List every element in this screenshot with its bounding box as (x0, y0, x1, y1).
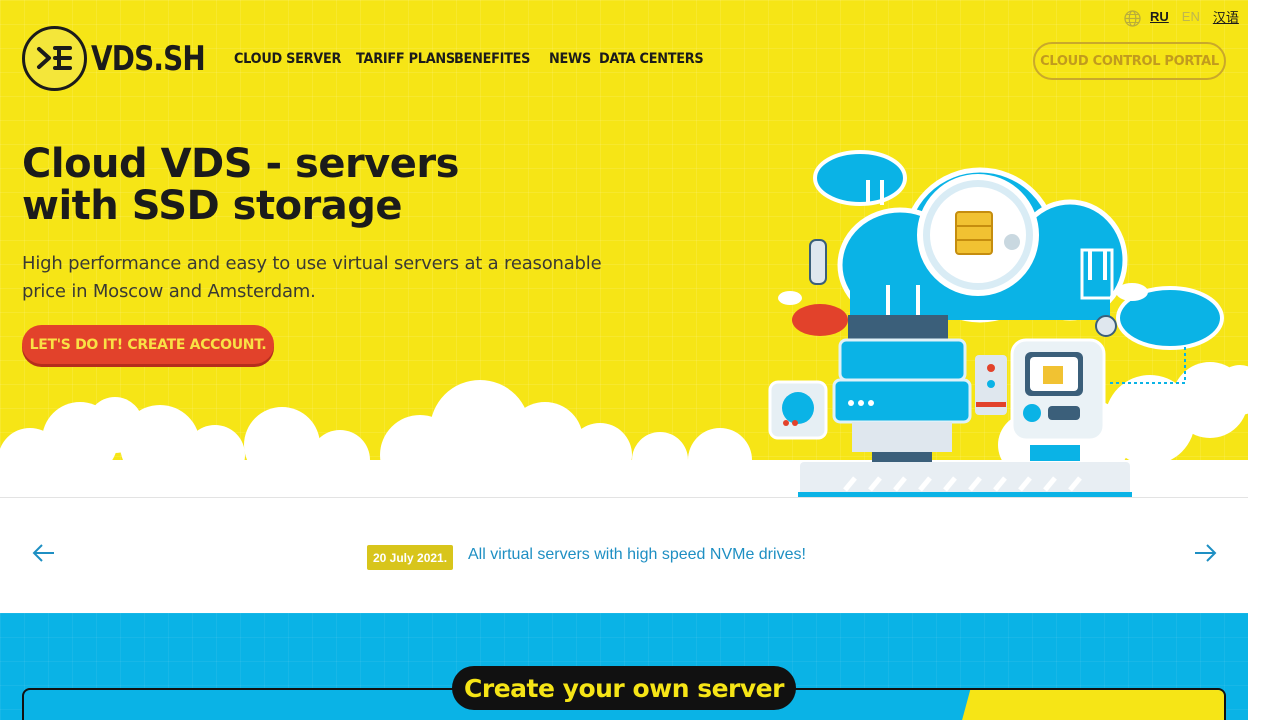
nav-item-tariff-plans[interactable]: TARIFF PLANS (356, 51, 455, 67)
lang-cn[interactable]: 汉语 (1213, 7, 1239, 26)
news-headline-link[interactable]: All virtual servers with high speed NVMe… (468, 546, 806, 564)
nav-item-data-centers[interactable]: DATA CENTERS (599, 51, 704, 67)
nav-item-news[interactable]: NEWS (549, 51, 595, 67)
nav-item-benefites[interactable]: BENEFITES (454, 51, 530, 67)
news-date-badge: 20 July 2021. (367, 545, 454, 570)
hero-section: VDS.SH CLOUD SERVER TARIFF PLANS BENEFIT… (0, 0, 1248, 498)
hero-title-line1: Cloud VDS - servers (22, 141, 459, 187)
nav-item-cloud-server[interactable]: CLOUD SERVER (234, 51, 341, 67)
logo-text: VDS.SH (91, 38, 206, 79)
logo[interactable]: VDS.SH (22, 26, 230, 91)
logo-mark-icon (22, 26, 87, 91)
arrow-right-icon[interactable] (1193, 543, 1217, 563)
main-nav: CLOUD SERVER TARIFF PLANS BENEFITES NEWS… (234, 51, 714, 67)
server-configurator-section: Create your own server (0, 613, 1248, 720)
cloud-control-portal-button[interactable]: CLOUD CONTROL PORTAL (1033, 42, 1226, 80)
language-switcher: RU EN 汉语 (1124, 6, 1239, 27)
cloud-server-illustration (768, 150, 1224, 498)
create-account-button[interactable]: LET'S DO IT! CREATE ACCOUNT. (22, 325, 274, 364)
configurator-summary-area (954, 690, 1224, 720)
create-server-heading: Create your own server (452, 666, 796, 710)
hero-subtitle: High performance and easy to use virtual… (22, 253, 602, 302)
hero-title-line2: with SSD storage (22, 183, 403, 229)
lang-ru[interactable]: RU (1150, 9, 1169, 24)
arrow-left-icon[interactable] (32, 543, 56, 563)
page-edge (1248, 0, 1280, 720)
hero-title: Cloud VDS - servers with SSD storage (22, 143, 582, 227)
globe-icon (1124, 10, 1141, 27)
lang-en[interactable]: EN (1182, 9, 1200, 24)
news-ticker: 20 July 2021. All virtual servers with h… (0, 498, 1248, 613)
